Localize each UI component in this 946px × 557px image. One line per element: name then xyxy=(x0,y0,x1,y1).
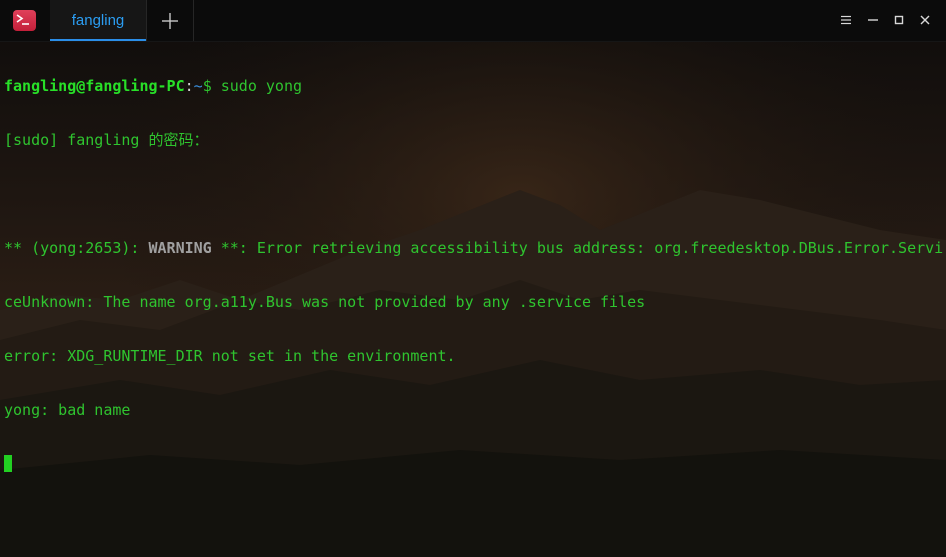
terminal-app-icon[interactable] xyxy=(13,10,36,31)
close-button[interactable] xyxy=(915,10,935,30)
maximize-button[interactable] xyxy=(889,10,909,30)
warning-prefix: ** (yong:2653): xyxy=(4,239,149,257)
prompt-path: ~ xyxy=(193,77,203,95)
hamburger-menu-icon xyxy=(841,15,851,25)
prompt-command: $ sudo yong xyxy=(202,77,303,95)
terminal-line-sudo-password: [sudo] fangling 的密码： xyxy=(4,131,209,149)
prompt-colon: : xyxy=(184,77,194,95)
terminal-output[interactable]: fangling@fangling-PC:~$ sudo yong [sudo]… xyxy=(4,41,944,509)
menu-button[interactable] xyxy=(836,10,856,30)
terminal-line-warning-continued: ceUnknown: The name org.a11y.Bus was not… xyxy=(4,293,646,311)
minimize-button[interactable] xyxy=(863,10,883,30)
plus-icon xyxy=(162,12,178,29)
tab-label: fangling xyxy=(71,12,125,29)
text-cursor xyxy=(4,455,12,472)
close-icon xyxy=(920,15,930,25)
terminal-window: fangling fangling@fangling-PC:~$ sudo yo… xyxy=(0,0,946,557)
minimize-icon xyxy=(868,19,878,21)
terminal-line-prompt: fangling@fangling-PC:~$ sudo yong xyxy=(4,77,942,95)
terminal-line-warning: ** (yong:2653): WARNING **: Error retrie… xyxy=(4,239,944,257)
prompt-user-host: fangling@fangling-PC xyxy=(4,77,185,95)
new-tab-button[interactable] xyxy=(147,0,194,41)
tab-fangling[interactable]: fangling xyxy=(50,0,147,41)
terminal-line-error: error: XDG_RUNTIME_DIR not set in the en… xyxy=(4,347,456,365)
maximize-icon xyxy=(894,15,904,25)
warning-label: WARNING xyxy=(148,239,212,257)
title-bar: fangling xyxy=(0,0,946,42)
terminal-line-bad-name: yong: bad name xyxy=(4,401,131,419)
terminal-line-cursor xyxy=(4,455,942,473)
warning-message: **: Error retrieving accessibility bus a… xyxy=(211,239,944,257)
